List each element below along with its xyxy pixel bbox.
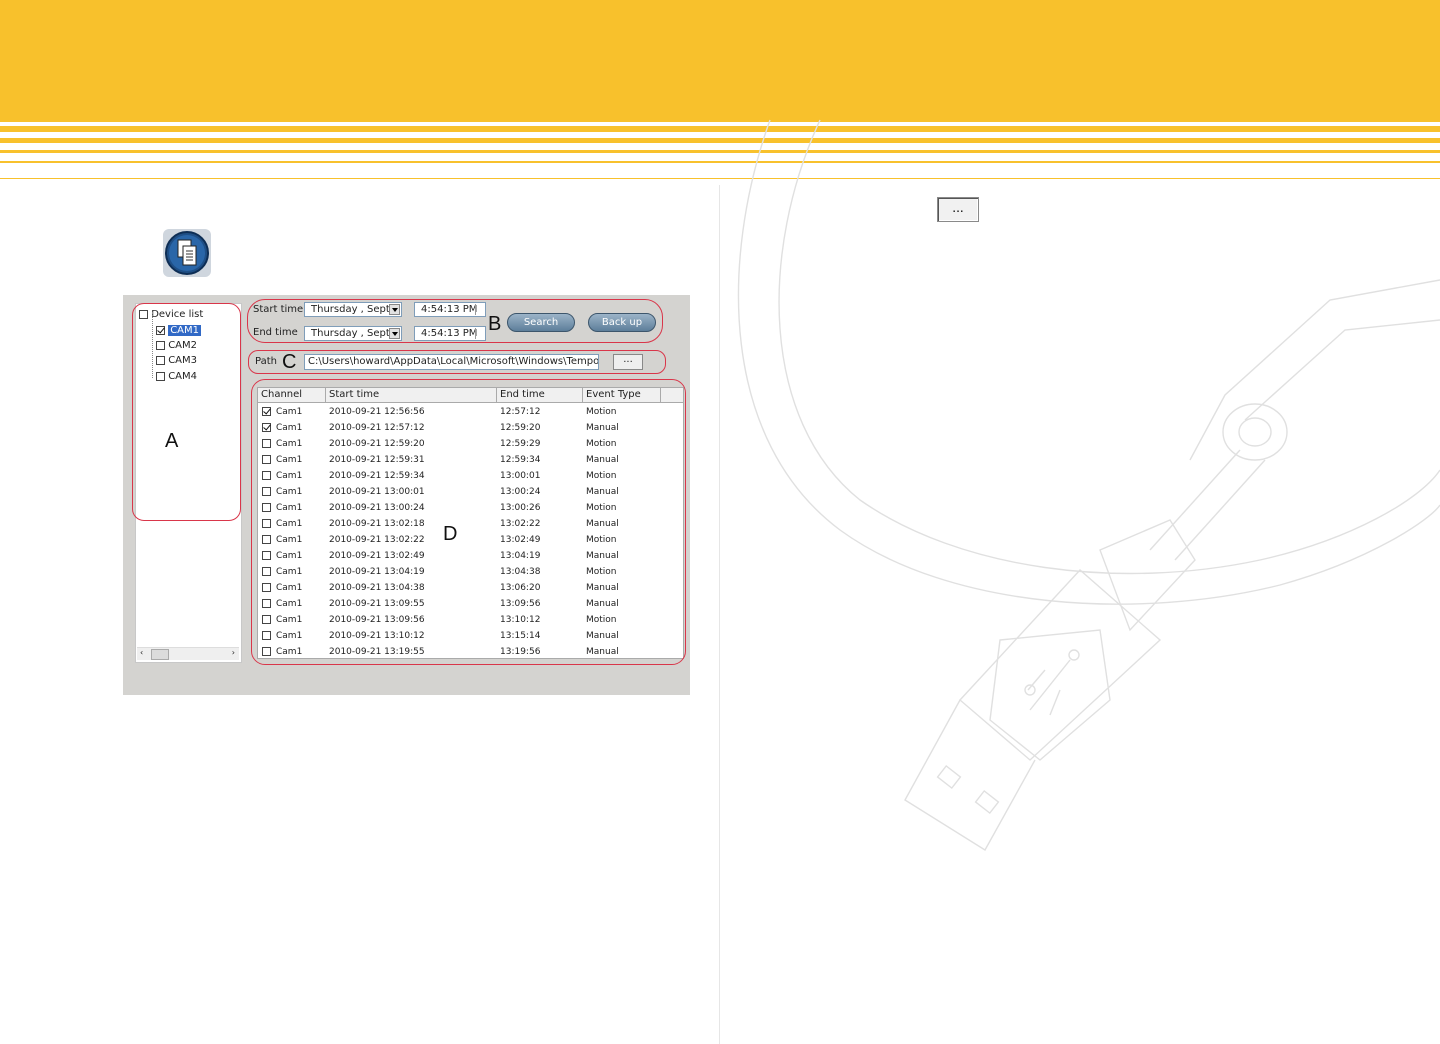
region-b-letter: B (488, 313, 502, 335)
header-stripe (0, 150, 1440, 153)
tree-horizontal-scrollbar[interactable]: ‹ › (137, 647, 239, 660)
document-backup-icon (163, 229, 211, 277)
header-stripe (0, 126, 1440, 132)
region-a-outline (132, 303, 241, 521)
region-a-letter: A (165, 430, 179, 452)
region-d-letter: D (443, 523, 458, 545)
column-divider (719, 185, 720, 1044)
region-b-outline (247, 299, 663, 343)
backup-window-screenshot: Device list CAM1 CAM2 CAM3 CAM4 ‹ › Star… (123, 295, 690, 695)
scroll-thumb[interactable] (151, 649, 169, 660)
scroll-left-arrow[interactable]: ‹ (140, 648, 143, 657)
region-c-letter: C (282, 351, 297, 373)
header-stripe (0, 138, 1440, 143)
scroll-right-arrow[interactable]: › (232, 648, 235, 657)
header-band (0, 0, 1440, 122)
header-stripe (0, 161, 1440, 163)
region-d-outline (251, 379, 686, 665)
header-stripe (0, 178, 1440, 179)
browse-button-example: ... (937, 197, 979, 222)
region-c-outline (248, 350, 666, 374)
